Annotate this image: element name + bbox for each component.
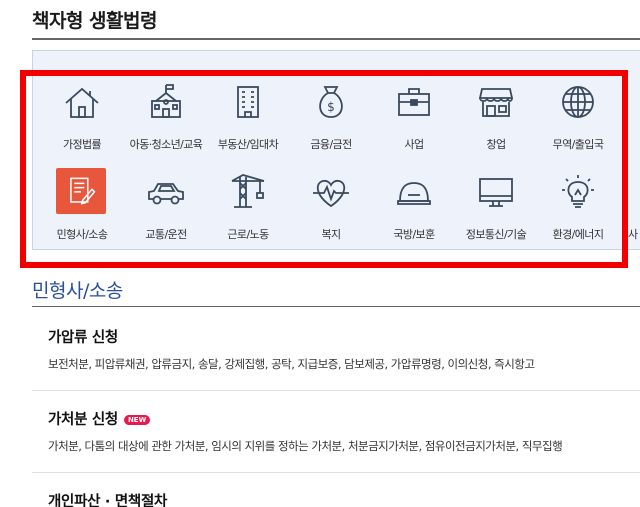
category-label: 민형사/소송: [56, 228, 108, 241]
category-item-trade[interactable]: 무역/출입국: [534, 78, 622, 158]
item-title[interactable]: 가압류 신청: [48, 326, 118, 347]
category-label: 사업: [404, 138, 424, 151]
lightbulb-icon: [556, 172, 600, 212]
category-label: 부동산/임대차: [217, 138, 279, 151]
category-label: 금융/금전: [310, 138, 352, 151]
heart-pulse-icon: [309, 172, 353, 212]
category-item-traffic[interactable]: 교통/운전: [122, 168, 210, 248]
category-item-defense[interactable]: 국방/보훈: [370, 168, 458, 248]
new-badge: NEW: [123, 415, 151, 425]
category-label: 교통/운전: [145, 228, 187, 241]
category-item-family-law[interactable]: 가정법률: [38, 78, 126, 158]
helmet-icon: [392, 172, 436, 212]
item-description: 가처분, 다툼의 대상에 관한 가처분, 임시의 지위를 정하는 가처분, 처분…: [48, 439, 563, 453]
category-item-real-estate[interactable]: 부동산/임대차: [204, 78, 292, 158]
school-icon: [144, 82, 188, 122]
category-item-welfare[interactable]: 복지: [287, 168, 375, 248]
crane-icon: [226, 172, 270, 212]
list-item[interactable]: 가처분 신청 NEW 가처분, 다툼의 대상에 관한 가처분, 임시의 지위를 정…: [32, 400, 640, 473]
category-item-child-education[interactable]: 아동·청소년/교육: [122, 78, 210, 158]
car-icon: [144, 172, 188, 212]
category-label: 아동·청소년/교육: [129, 138, 203, 151]
category-item-partial[interactable]: 사: [598, 168, 638, 248]
category-label: 국방/보훈: [393, 228, 435, 241]
store-icon: [474, 82, 518, 122]
category-label: 근로/노동: [227, 228, 269, 241]
category-item-business[interactable]: 사업: [370, 78, 458, 158]
category-item-finance[interactable]: $ 금융/금전: [287, 78, 375, 158]
category-label: 창업: [486, 138, 506, 151]
monitor-icon: [474, 172, 518, 212]
item-divider: [32, 472, 640, 473]
item-description: 보전처분, 피압류채권, 압류금지, 송달, 강제집행, 공탁, 지급보증, 담…: [48, 357, 535, 371]
item-title[interactable]: 가처분 신청: [48, 412, 118, 428]
list-item[interactable]: 가압류 신청 보전처분, 피압류채권, 압류금지, 송달, 강제집행, 공탁, …: [32, 318, 640, 391]
title-divider: [32, 38, 640, 40]
globe-icon: [556, 82, 600, 122]
svg-text:$: $: [327, 100, 335, 114]
list-item[interactable]: 개인파산 · 면책절차: [32, 482, 640, 507]
section-divider: [32, 306, 640, 307]
category-label: 사: [628, 228, 638, 241]
item-title-wrap[interactable]: 가처분 신청 NEW: [48, 408, 151, 429]
section-title: 민형사/소송: [32, 280, 123, 302]
category-item-labor[interactable]: 근로/노동: [204, 168, 292, 248]
house-icon: [60, 82, 104, 122]
page-title: 책자형 생활법령: [32, 10, 157, 32]
item-title[interactable]: 개인파산 · 면책절차: [48, 490, 167, 507]
document-pen-icon: [56, 168, 106, 214]
item-divider: [32, 390, 640, 391]
money-bag-icon: $: [309, 82, 353, 122]
category-item-civil-criminal[interactable]: 민형사/소송: [38, 168, 126, 248]
category-label: 복지: [321, 228, 341, 241]
building-icon: [226, 82, 270, 122]
category-item-ict[interactable]: 정보통신/기술: [452, 168, 540, 248]
category-label: 가정법률: [62, 138, 102, 151]
briefcase-icon: [392, 82, 436, 122]
category-label: 정보통신/기술: [465, 228, 527, 241]
category-item-startup[interactable]: 창업: [452, 78, 540, 158]
category-label: 무역/출입국: [552, 138, 604, 151]
